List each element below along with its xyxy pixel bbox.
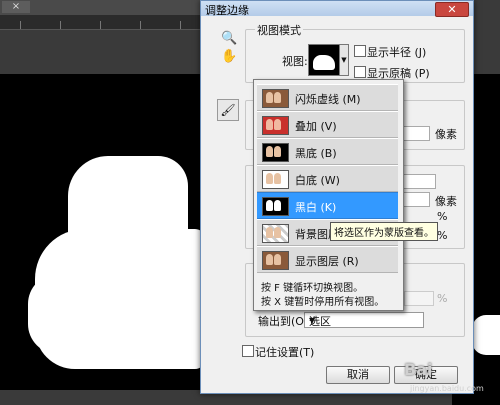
dialog-titlebar[interactable]: 调整边缘 ✕ <box>201 1 473 17</box>
remember-settings-label: 记住设置(T) <box>255 346 315 359</box>
view-thumbnail <box>262 224 289 243</box>
view-mode-menu: 闪烁虚线 (M) 叠加 (V) 黑底 (B) 白底 (W) 黑白 (K) 背景图… <box>253 79 404 311</box>
chevron-down-icon: ▼ <box>309 316 316 325</box>
view-option-label: 显示图层 (R) <box>295 255 359 268</box>
mask-shape <box>472 315 500 355</box>
watermark-logo: Bai <box>404 360 433 379</box>
baidu-watermark: Bai jingyan.baidu.com <box>404 360 498 400</box>
tooltip: 将选区作为蒙版查看。 <box>330 222 438 241</box>
shift-edge-unit: % <box>437 229 448 242</box>
view-mode-label: 视图模式 <box>255 22 303 38</box>
view-preview-thumbnail[interactable] <box>308 44 340 76</box>
view-option-on-white[interactable]: 白底 (W) <box>257 165 398 192</box>
menu-hint-disable: 按 X 键暂时停用所有视图。 <box>261 297 385 308</box>
hand-tool-icon[interactable]: ✋ <box>221 49 237 65</box>
view-option-marching-ants[interactable]: 闪烁虚线 (M) <box>257 84 398 111</box>
refine-radius-brush-icon[interactable]: 🖌 <box>217 99 239 121</box>
dialog-title: 调整边缘 <box>205 4 249 17</box>
view-option-black-white[interactable]: 黑白 (K) <box>257 192 398 219</box>
contrast-unit: % <box>437 210 448 223</box>
amount-field[interactable] <box>404 291 434 306</box>
document-canvas[interactable] <box>0 74 205 390</box>
close-button[interactable]: ✕ <box>435 2 469 17</box>
radius-unit: 像素 <box>435 128 457 141</box>
remember-settings-checkbox[interactable] <box>242 345 254 357</box>
view-option-label: 闪烁虚线 (M) <box>295 93 361 106</box>
document-tab-bar: × <box>0 0 205 15</box>
mask-shape <box>28 274 88 354</box>
view-option-reveal-layer[interactable]: 显示图层 (R) <box>257 246 398 273</box>
show-radius-label: 显示半径 (J) <box>367 46 427 59</box>
cancel-button[interactable]: 取消 <box>326 366 390 384</box>
view-thumbnail <box>262 89 289 108</box>
view-label: 视图: <box>282 55 308 68</box>
horizontal-ruler <box>0 15 205 30</box>
view-thumbnail <box>262 251 289 270</box>
view-option-label: 叠加 (V) <box>295 120 337 133</box>
view-option-label: 黑白 (K) <box>295 201 337 214</box>
feather-unit: 像素 <box>435 195 457 208</box>
watermark-url: jingyan.baidu.com <box>410 384 484 393</box>
radius-field[interactable] <box>400 126 430 141</box>
document-tab-close[interactable]: × <box>2 1 30 13</box>
view-thumbnail <box>262 170 289 189</box>
smooth-field[interactable] <box>400 174 436 189</box>
view-thumbnail <box>262 116 289 135</box>
show-radius-checkbox[interactable] <box>354 45 366 57</box>
output-to-select[interactable]: 选区 ▼ <box>304 312 424 328</box>
view-option-overlay[interactable]: 叠加 (V) <box>257 111 398 138</box>
view-option-label: 白底 (W) <box>295 174 340 187</box>
view-thumbnail <box>262 197 289 216</box>
view-option-on-black[interactable]: 黑底 (B) <box>257 138 398 165</box>
menu-hint-cycle: 按 F 键循环切换视图。 <box>261 283 364 294</box>
feather-field[interactable] <box>400 192 430 207</box>
view-option-label: 黑底 (B) <box>295 147 337 160</box>
chevron-down-icon[interactable]: ▼ <box>339 44 349 76</box>
amount-unit: % <box>437 292 448 305</box>
view-thumbnail <box>262 143 289 162</box>
zoom-tool-icon[interactable]: 🔍 <box>221 31 237 47</box>
show-original-checkbox[interactable] <box>354 66 366 78</box>
